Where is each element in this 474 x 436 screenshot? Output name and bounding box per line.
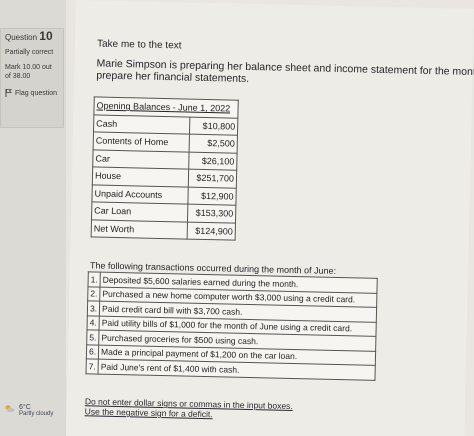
- balance-value: $26,100: [188, 151, 238, 171]
- table-row: Net Worth $124,900: [91, 219, 236, 241]
- balance-value: $153,300: [187, 204, 236, 223]
- balance-value: $124,900: [187, 221, 236, 241]
- flag-icon: [5, 89, 12, 97]
- question-mark: Mark 10.00 out of 38.00: [5, 64, 52, 80]
- question-number: 10: [39, 29, 53, 43]
- balance-label: Net Worth: [91, 219, 188, 240]
- transaction-number: 5.: [86, 329, 100, 345]
- question-heading: Question 10: [5, 29, 59, 43]
- balance-label: Car Loan: [91, 201, 188, 222]
- balance-label: Cash: [93, 114, 190, 135]
- sidebar: Question 10 Partially correct Mark 10.00…: [0, 0, 66, 436]
- transaction-number: 7.: [86, 358, 99, 374]
- weather-widget[interactable]: 6°C Partly cloudy: [4, 404, 66, 434]
- balance-value: $251,700: [188, 169, 237, 188]
- take-me-to-text-link[interactable]: Take me to the text: [97, 38, 182, 51]
- balance-label: Unpaid Accounts: [91, 184, 189, 205]
- instructions-note: Do not enter dollar signs or commas in t…: [85, 396, 293, 421]
- opening-balances-table: Opening Balances - June 1, 2022 Cash $10,…: [90, 96, 239, 241]
- partly-cloudy-icon: [5, 405, 15, 413]
- flag-question-button[interactable]: Flag question: [5, 89, 59, 98]
- balance-value: $12,900: [187, 186, 237, 206]
- balance-value: $2,500: [189, 134, 238, 153]
- transaction-number: 4.: [87, 315, 100, 331]
- question-label: Question: [5, 33, 38, 42]
- balance-label: Car: [92, 149, 190, 170]
- transactions-table: 1. Deposited $5,600 salaries earned durin…: [85, 271, 378, 381]
- transaction-number: 1.: [88, 271, 101, 287]
- question-status: Partially correct: [5, 49, 54, 56]
- weather-temperature: 6°C: [19, 404, 31, 411]
- transaction-number: 3.: [87, 300, 100, 316]
- flag-question-label: Flag question: [15, 90, 58, 97]
- balance-value: $10,800: [189, 116, 238, 136]
- balance-label: House: [92, 166, 189, 187]
- transaction-number: 2.: [87, 286, 101, 302]
- balance-label: Contents of Home: [93, 131, 190, 152]
- question-info-panel: Question 10 Partially correct Mark 10.00…: [0, 28, 64, 128]
- weather-description: Partly cloudy: [19, 411, 54, 417]
- transaction-number: 6.: [86, 344, 99, 360]
- question-intro: Marie Simpson is preparing her balance s…: [96, 57, 474, 85]
- question-content: Take me to the text Marie Simpson is pre…: [66, 0, 474, 436]
